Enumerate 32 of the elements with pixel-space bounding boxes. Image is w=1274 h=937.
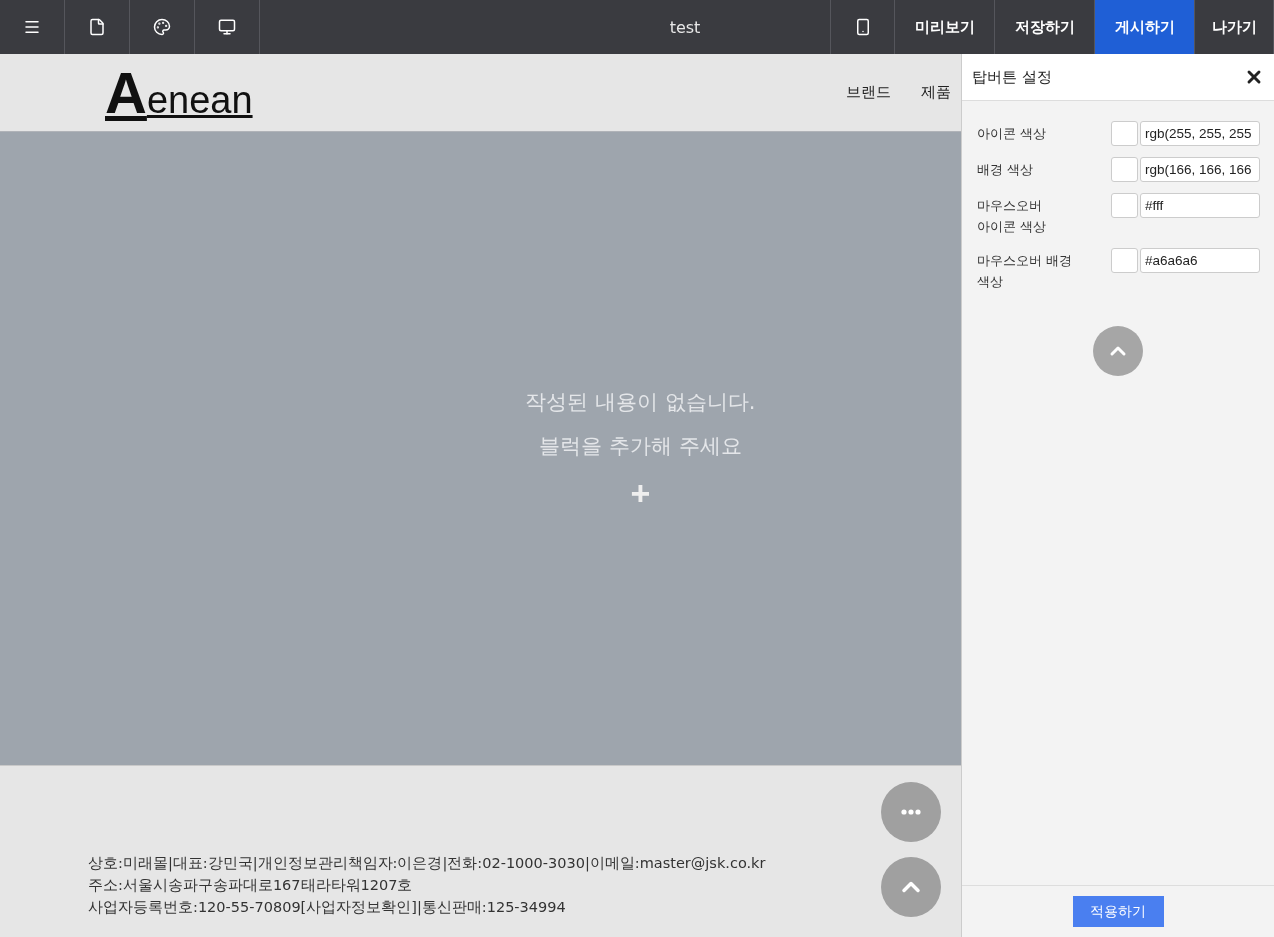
menu-icon [23, 18, 41, 36]
field-label: 마우스오버 배경 색상 [977, 252, 1073, 291]
palette-icon [153, 18, 171, 36]
nav-link[interactable]: 브랜드 [846, 83, 891, 102]
panel-title: 탑버튼 설정 [972, 67, 1052, 87]
field-label: 아이콘 색상 [977, 125, 1047, 143]
footer-info-text: 주소:서울시송파구송파대로167태라타워1207호 [88, 876, 414, 895]
footer-info-text: 사업자등록번호:120-55-70809[사업자정보확인]|통신판매:125-34994 [88, 898, 567, 917]
more-icon [901, 809, 921, 815]
top-button-preview[interactable] [1093, 326, 1143, 376]
color-input-field[interactable]: #a6a6a6 [1140, 248, 1260, 273]
document-title: test [669, 17, 701, 37]
site-logo[interactable]: Aenean [105, 59, 253, 126]
field-label: 마우스오버 아이콘 색상 [977, 197, 1047, 236]
footer-info-text: 상호:미래몰|대표:강민국|개인정보관리책임자:이은경|전화:02-1000-3030|이메일:master@jsk.co.kr [88, 854, 766, 873]
apply-button[interactable]: 적용하기 [1072, 896, 1164, 927]
color-swatch[interactable] [1111, 121, 1138, 146]
color-input-field[interactable]: rgb(166, 166, 166 [1140, 157, 1260, 182]
color-input-field[interactable]: rgb(255, 255, 255 [1140, 121, 1260, 146]
page-icon [88, 18, 106, 36]
monitor-icon [218, 18, 236, 36]
nav-link[interactable]: 제품 [921, 83, 951, 102]
color-input-field[interactable]: #fff [1140, 193, 1260, 218]
color-swatch[interactable] [1111, 157, 1138, 182]
empty-hint: 블럭을 추가해 주세요 [539, 432, 742, 460]
scroll-top-button[interactable] [881, 857, 941, 917]
empty-message: 작성된 내용이 없습니다. [525, 388, 756, 416]
more-button[interactable] [881, 782, 941, 842]
color-swatch[interactable] [1111, 193, 1138, 218]
field-label: 배경 색상 [977, 161, 1034, 179]
toolbar-action-button[interactable]: 게시하기 [1095, 0, 1195, 54]
color-swatch[interactable] [1111, 248, 1138, 273]
